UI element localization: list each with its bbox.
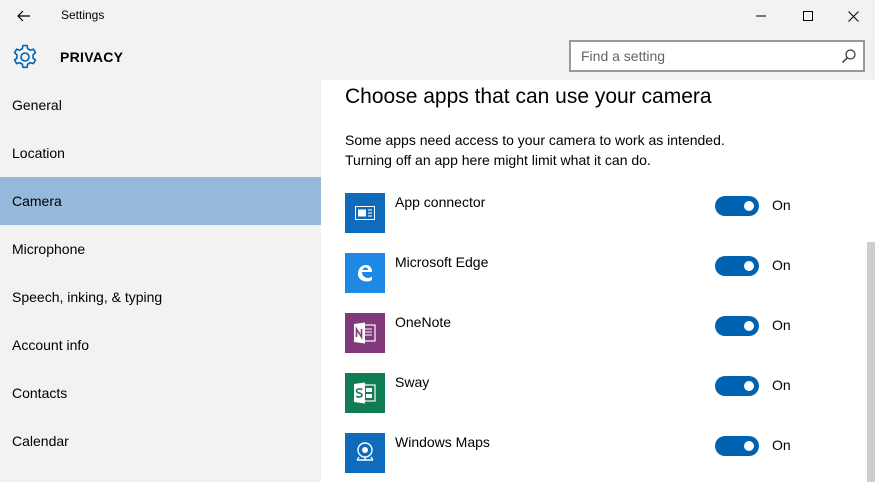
app-connector-icon [345,193,385,233]
toggle-state-label: On [772,377,791,393]
maximize-icon [803,11,813,21]
page-title: Choose apps that can use your camera [345,85,712,108]
toggle-state-label: On [772,257,791,273]
description-line-2: Turning off an app here might limit what… [345,152,651,168]
toggle-windows-maps[interactable] [715,436,759,456]
app-name: Sway [395,374,430,390]
app-row-onenote: OneNote On [345,313,845,353]
sidebar-nav: General Location Camera Microphone Speec… [0,80,321,482]
toggle-onenote[interactable] [715,316,759,336]
search-icon[interactable] [841,48,857,64]
maps-icon [345,433,385,473]
gear-icon [13,44,37,69]
page-description: Some apps need access to your camera to … [345,130,805,170]
search-box[interactable] [569,40,865,72]
app-name: App connector [395,194,486,210]
toggle-app-connector[interactable] [715,196,759,216]
scrollbar-thumb[interactable] [867,242,875,482]
app-name: OneNote [395,314,452,330]
toggle-state-label: On [772,197,791,213]
back-arrow-icon [17,10,30,22]
title-bar: Settings [0,0,875,32]
close-button[interactable] [830,0,875,32]
settings-header: PRIVACY [0,32,875,80]
close-icon [847,10,859,22]
back-button[interactable] [8,0,40,32]
app-row-app-connector: App connector On [345,193,845,233]
sidebar-item-microphone[interactable]: Microphone [0,225,321,273]
sidebar-item-contacts[interactable]: Contacts [0,369,321,417]
sidebar-item-calendar[interactable]: Calendar [0,417,321,465]
app-name: Microsoft Edge [395,254,489,270]
sidebar-item-speech-inking-typing[interactable]: Speech, inking, & typing [0,273,321,321]
sway-icon [345,373,385,413]
sidebar-item-location[interactable]: Location [0,129,321,177]
sidebar-item-general[interactable]: General [0,81,321,129]
description-line-1: Some apps need access to your camera to … [345,132,725,148]
vertical-scrollbar[interactable] [865,80,875,482]
toggle-state-label: On [772,317,791,333]
minimize-button[interactable] [738,0,784,32]
app-row-sway: Sway On [345,373,845,413]
onenote-icon [345,313,385,353]
app-name: Windows Maps [395,434,490,450]
content-pane: Choose apps that can use your camera Som… [321,80,875,482]
maximize-button[interactable] [785,0,831,32]
toggle-microsoft-edge[interactable] [715,256,759,276]
window-title: Settings [61,8,105,22]
sidebar-item-account-info[interactable]: Account info [0,321,321,369]
app-row-windows-maps: Windows Maps On [345,433,845,473]
section-title: PRIVACY [60,49,124,65]
minimize-icon [756,15,766,17]
toggle-state-label: On [772,437,791,453]
edge-icon [345,253,385,293]
sidebar-item-camera[interactable]: Camera [0,177,321,225]
app-row-microsoft-edge: Microsoft Edge On [345,253,845,293]
search-input[interactable] [571,42,831,70]
toggle-sway[interactable] [715,376,759,396]
